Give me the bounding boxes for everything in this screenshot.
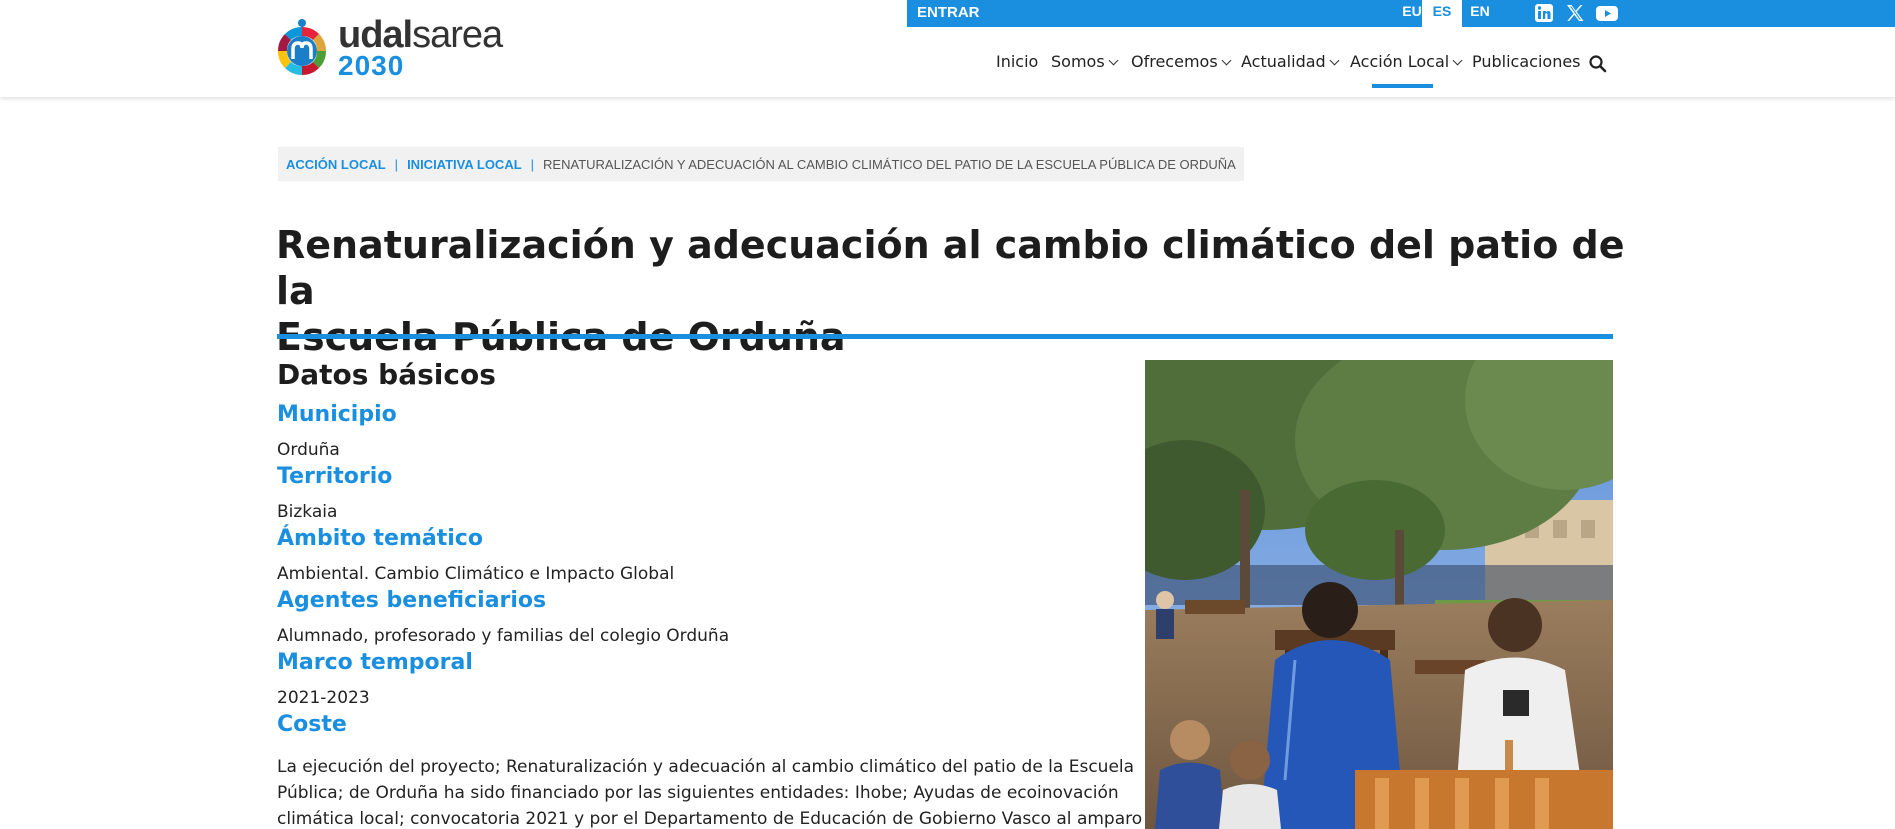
nav-active-indicator	[1372, 84, 1433, 88]
logo-name: udalsarea	[338, 14, 503, 56]
breadcrumb-separator: |	[530, 156, 535, 172]
cost-text-line: climática local; convocatoria 2021 y por…	[277, 809, 1143, 829]
chevron-down-icon	[1221, 55, 1232, 66]
lang-es[interactable]: ES	[1422, 0, 1462, 27]
top-bar: ENTRAR EU ES EN	[907, 0, 1895, 27]
nav-item-accion-local[interactable]: Acción Local	[1350, 52, 1463, 71]
logo-name-regular: sarea	[412, 14, 503, 56]
nav-item-ofrecemos[interactable]: Ofrecemos	[1131, 52, 1232, 71]
x-icon[interactable]	[1564, 3, 1586, 23]
main-nav: Inicio Somos Ofrecemos Actualidad Acción…	[0, 52, 1895, 82]
project-photo	[1145, 360, 1613, 829]
playground-photo-image	[1145, 360, 1613, 829]
breadcrumb: ACCIÓN LOCAL | INICIATIVA LOCAL | RENATU…	[278, 147, 1244, 181]
chevron-down-icon	[1329, 55, 1340, 66]
field-value-territorio: Bizkaia	[277, 502, 338, 522]
page-title: Renaturalización y adecuación al cambio …	[276, 222, 1626, 360]
field-value-municipio: Orduña	[277, 440, 340, 460]
field-value-marco-temporal: 2021-2023	[277, 688, 370, 708]
section-title-datos-basicos: Datos básicos	[277, 358, 496, 391]
field-value-agentes-beneficiarios: Alumnado, profesorado y familias del col…	[277, 626, 730, 646]
lang-en[interactable]: EN	[1460, 0, 1500, 27]
breadcrumb-link-iniciativa-local[interactable]: INICIATIVA LOCAL	[407, 157, 522, 172]
chevron-down-icon	[1108, 55, 1119, 66]
nav-item-somos[interactable]: Somos	[1051, 52, 1119, 71]
page-title-line1: Renaturalización y adecuación al cambio …	[276, 223, 1625, 313]
login-link[interactable]: ENTRAR	[917, 4, 980, 21]
linkedin-icon[interactable]	[1533, 3, 1555, 23]
nav-item-publicaciones[interactable]: Publicaciones	[1472, 52, 1581, 71]
field-value-coste: La ejecución del proyecto; Renaturalizac…	[277, 754, 1147, 829]
field-label-marco-temporal: Marco temporal	[277, 650, 473, 675]
nav-label: Ofrecemos	[1131, 52, 1218, 71]
title-divider	[277, 334, 1613, 339]
nav-label: Publicaciones	[1472, 52, 1581, 71]
nav-label: Somos	[1051, 52, 1105, 71]
nav-label: Acción Local	[1350, 52, 1450, 71]
youtube-icon[interactable]	[1595, 3, 1619, 23]
field-label-municipio: Municipio	[277, 402, 397, 427]
nav-item-actualidad[interactable]: Actualidad	[1241, 52, 1340, 71]
cost-text-line: La ejecución del proyecto; Renaturalizac…	[277, 757, 1135, 777]
cost-text-line: Pública; de Orduña ha sido financiado po…	[277, 783, 1119, 803]
breadcrumb-current: RENATURALIZACIÓN Y ADECUACIÓN AL CAMBIO …	[543, 156, 1236, 172]
field-label-ambito-tematico: Ámbito temático	[277, 526, 483, 551]
field-label-agentes-beneficiarios: Agentes beneficiarios	[277, 588, 547, 613]
field-label-coste: Coste	[277, 712, 347, 737]
field-value-ambito-tematico: Ambiental. Cambio Climático e Impacto Gl…	[277, 564, 675, 584]
nav-label: Inicio	[996, 52, 1039, 71]
breadcrumb-link-accion-local[interactable]: ACCIÓN LOCAL	[286, 157, 386, 172]
breadcrumb-separator: |	[394, 156, 399, 172]
nav-item-inicio[interactable]: Inicio	[996, 52, 1038, 71]
field-label-territorio: Territorio	[277, 464, 393, 489]
site-header: udalsarea 2030 ENTRAR EU ES EN Inicio So…	[0, 0, 1895, 97]
nav-label: Actualidad	[1241, 52, 1326, 71]
chevron-down-icon	[1452, 55, 1463, 66]
search-icon[interactable]	[1588, 54, 1608, 74]
